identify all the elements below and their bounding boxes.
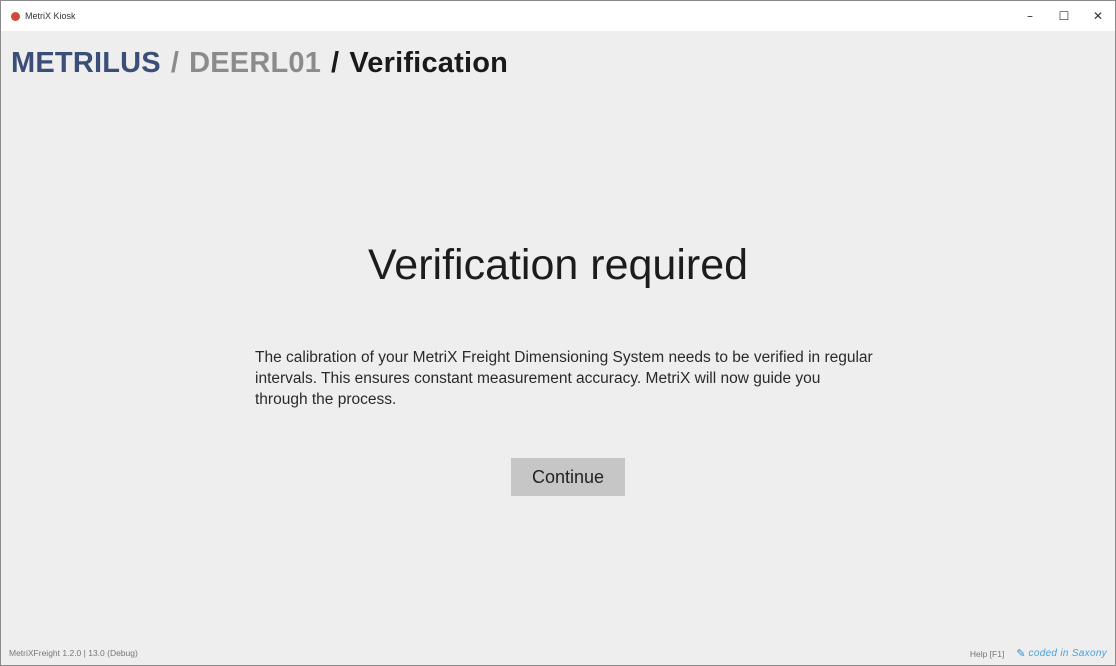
- maximize-button[interactable]: ☐: [1047, 1, 1081, 31]
- page-heading: Verification required: [367, 241, 749, 289]
- breadcrumb-current: Verification: [349, 47, 509, 79]
- app-window: MetriX Kiosk – ☐ ✕ METRILUS / DEERL01 / Veri…: [0, 0, 1116, 666]
- window-title: MetriX Kiosk: [25, 11, 76, 21]
- help-link[interactable]: Help [F1]: [970, 649, 1005, 659]
- title-bar: MetriX Kiosk – ☐ ✕: [1, 1, 1115, 31]
- breadcrumb: METRILUS / DEERL01 / Verification: [11, 47, 508, 80]
- window-controls: – ☐ ✕: [1013, 1, 1115, 31]
- version-info: MetriXFreight 1.2.0 | 13.0 (Debug): [9, 648, 138, 658]
- breadcrumb-device[interactable]: DEERL01: [189, 47, 321, 79]
- breadcrumb-brand[interactable]: METRILUS: [11, 47, 161, 79]
- minimize-button[interactable]: –: [1013, 1, 1047, 31]
- status-bar: MetriXFreight 1.2.0 | 13.0 (Debug) Help …: [1, 641, 1115, 665]
- coded-in-label: coded in Saxony: [1028, 648, 1107, 659]
- status-right: Help [F1] ✎ coded in Saxony: [970, 647, 1107, 660]
- continue-button[interactable]: Continue: [511, 458, 625, 496]
- breadcrumb-separator: /: [331, 47, 340, 79]
- main-content: Verification required The calibration of…: [1, 101, 1115, 621]
- pen-icon: ✎: [1016, 647, 1026, 660]
- breadcrumb-separator: /: [170, 47, 180, 79]
- app-logo-icon: [11, 11, 20, 21]
- close-button[interactable]: ✕: [1081, 1, 1115, 31]
- description-text: The calibration of your MetriX Freight D…: [255, 349, 873, 408]
